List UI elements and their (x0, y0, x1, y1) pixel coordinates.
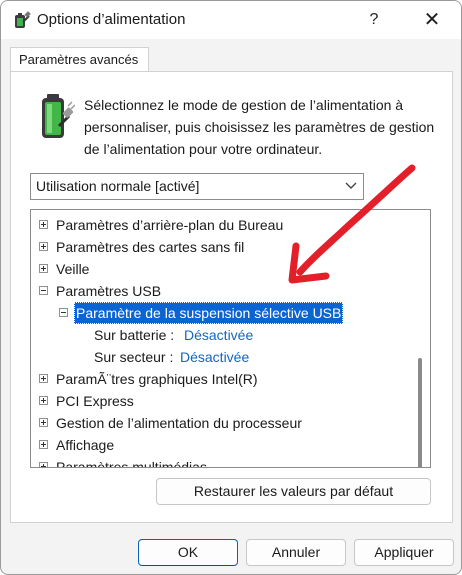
dialog-title: Options d’alimentation (37, 11, 186, 28)
cancel-button[interactable]: Annuler (246, 539, 346, 566)
advanced-settings-panel: Sélectionnez le mode de gestion de l’ali… (10, 71, 453, 523)
expand-plus-icon[interactable] (39, 418, 48, 427)
tree-item-wireless-adapter[interactable]: Paramètres des cartes sans fil (31, 236, 411, 258)
tree-item-plugged-in[interactable]: Sur secteur : Désactivée (31, 346, 411, 368)
expand-plus-icon[interactable] (39, 264, 48, 273)
tree-item-intel-graphics[interactable]: ParamÃ¨tres graphiques Intel(R) (31, 368, 411, 390)
ok-button[interactable]: OK (138, 539, 238, 566)
battery-plug-icon (42, 94, 75, 138)
tree-item-on-battery[interactable]: Sur batterie : Désactivée (31, 324, 411, 346)
apply-button[interactable]: Appliquer (354, 539, 454, 566)
expand-plus-icon[interactable] (39, 462, 48, 467)
tree-item-usb-settings[interactable]: Paramètres USB (31, 280, 411, 302)
close-button[interactable]: ✕ (409, 1, 455, 39)
expand-plus-icon[interactable] (39, 242, 48, 251)
power-options-dialog: Options d’alimentation ? ✕ Paramètres av… (0, 0, 462, 575)
tree-item-display[interactable]: Affichage (31, 434, 411, 456)
expand-plus-icon[interactable] (39, 220, 48, 229)
collapse-minus-icon[interactable] (59, 308, 68, 317)
tree-item-multimedia[interactable]: Paramètres multimédias (31, 456, 411, 467)
power-plan-value: Utilisation normale [activé] (36, 178, 200, 194)
collapse-minus-icon[interactable] (39, 286, 48, 295)
plugged-in-value[interactable]: Désactivée (180, 346, 249, 368)
tree-item-usb-selective-suspend[interactable]: Paramètre de la suspension sélective USB (31, 302, 411, 324)
expand-plus-icon[interactable] (39, 396, 48, 405)
power-options-icon (15, 11, 31, 28)
expand-plus-icon[interactable] (39, 440, 48, 449)
tree-item-pci-express[interactable]: PCI Express (31, 390, 411, 412)
tree-scrollbar-thumb[interactable] (418, 358, 422, 467)
expand-plus-icon[interactable] (39, 374, 48, 383)
tree-item-processor-power[interactable]: Gestion de l’alimentation du processeur (31, 412, 411, 434)
restore-defaults-button[interactable]: Restaurer les valeurs par défaut (156, 478, 431, 505)
tab-advanced-settings[interactable]: Paramètres avancés (10, 47, 149, 71)
power-plan-dropdown[interactable]: Utilisation normale [activé] (30, 173, 364, 200)
help-button[interactable]: ? (351, 1, 397, 39)
title-bar: Options d’alimentation ? ✕ (1, 1, 461, 39)
chevron-down-icon (345, 182, 357, 189)
instructions-text: Sélectionnez le mode de gestion de l’ali… (84, 97, 435, 157)
tree-item-desktop-background[interactable]: Paramètres d’arrière-plan du Bureau (31, 214, 411, 236)
on-battery-value[interactable]: Désactivée (184, 324, 253, 346)
tree-item-sleep[interactable]: Veille (31, 258, 411, 280)
settings-tree[interactable]: Paramètres d’arrière-plan du Bureau Para… (30, 209, 431, 468)
selected-setting-label: Paramètre de la suspension sélective USB (74, 302, 344, 324)
